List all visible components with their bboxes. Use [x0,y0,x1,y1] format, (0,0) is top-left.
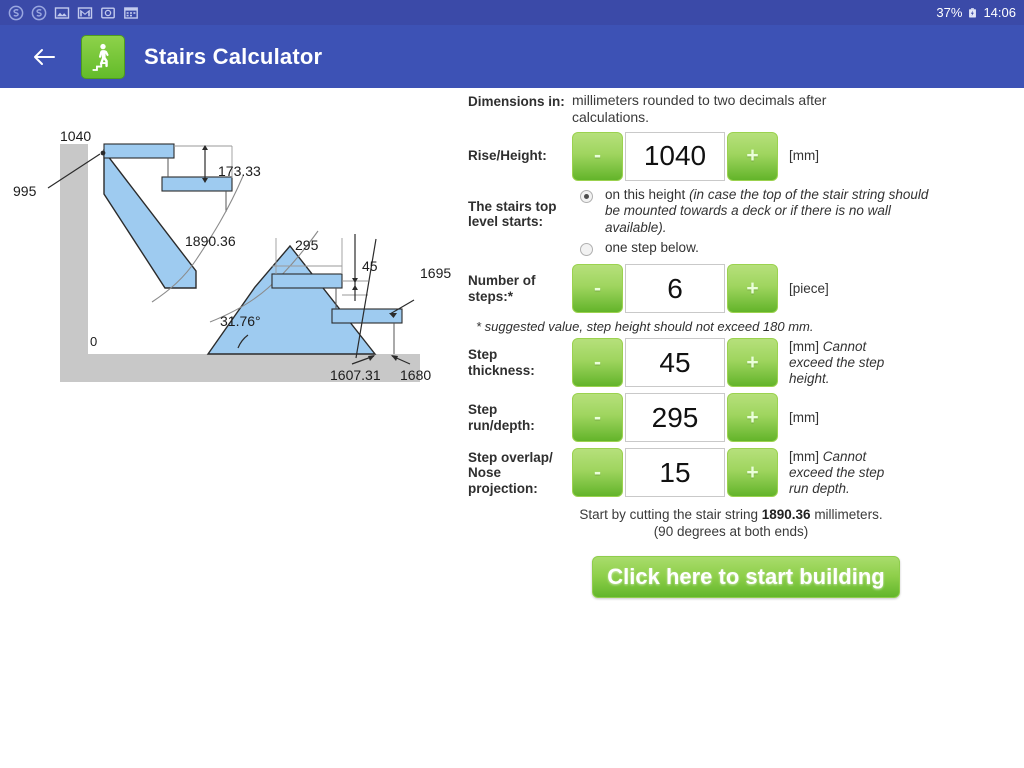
radio-on-this-height[interactable] [580,189,593,203]
row-step-overlap: Step overlap/ Nose projection: - 15 + [m… [468,448,1024,498]
skype-icon [31,5,47,20]
label-wall-height: 995 [13,183,37,199]
label-stringer-length: 1890.36 [185,233,236,249]
row-dimensions: Dimensions in: millimeters rounded to tw… [468,88,1024,126]
radio-one-step-below[interactable] [580,243,593,256]
top-level-option-on-this-height[interactable]: on this height (in case the top of the s… [572,187,931,236]
stairs-section-diagram: 1040 995 173.33 1890.36 295 45 1695 31.7… [13,128,451,383]
row-top-level: The stairs top level starts: on this hei… [468,181,1024,261]
row-rise-height: Rise/Height: - 1040 + [mm] [468,131,1024,181]
clock-label: 14:06 [983,5,1016,20]
skype-icon [8,5,24,20]
rise-height-stepper: - 1040 + [572,131,778,181]
status-bar-notification-icons [8,5,139,21]
step-run-decrement-button[interactable]: - [572,393,623,443]
label-step-run: 295 [295,237,319,253]
dimensions-label: Dimensions in: [468,94,565,109]
app-title: Stairs Calculator [144,43,323,69]
gmail-icon [77,6,93,19]
row-step-thickness: Step thickness: - 45 + [mm] Cannot excee… [468,338,1024,388]
step-run-stepper: - 295 + [572,393,778,443]
step-overlap-decrement-button[interactable]: - [572,448,623,498]
app-icon [81,34,125,79]
battery-percent-label: 37% [936,5,963,20]
label-step-thickness: 45 [362,258,378,274]
step-overlap-stepper: - 15 + [572,448,778,498]
step-run-label: Step run/depth: [468,402,535,433]
step-overlap-increment-button[interactable]: + [727,448,778,498]
row-step-run: Step run/depth: - 295 + [mm] [468,393,1024,443]
label-angle: 31.76° [220,313,261,329]
start-building-button[interactable]: Click here to start building [592,556,900,599]
step-overlap-unit: [mm] [789,448,823,464]
back-button[interactable] [31,44,57,70]
number-of-steps-stepper: - 6 + [572,264,778,314]
number-of-steps-label: Number of steps:* [468,273,536,304]
label-stringer-horizontal: 1607.31 [330,367,381,383]
result-text: Start by cutting the stair string 1890.3… [516,507,946,541]
rise-height-increment-button[interactable]: + [727,131,778,181]
status-bar-system-info: 37% 14:06 [936,5,1016,21]
step-run-unit: [mm] [789,409,819,425]
step-run-increment-button[interactable]: + [727,393,778,443]
dimensions-value: millimeters rounded to two decimals afte… [572,92,827,125]
image-icon [54,6,70,19]
number-of-steps-decrement-button[interactable]: - [572,264,623,314]
number-of-steps-input[interactable]: 6 [625,264,725,314]
label-total-run: 1680 [400,367,431,383]
battery-charging-icon [969,7,977,18]
status-bar: 37% 14:06 [0,0,1024,25]
step-overlap-label: Step overlap/ Nose projection: [468,449,553,496]
step-thickness-stepper: - 45 + [572,338,778,388]
walking-person-stairs-icon [92,43,109,71]
step-thickness-increment-button[interactable]: + [727,338,778,388]
top-level-label: The stairs top level starts: [468,198,557,230]
label-origin: 0 [90,334,97,349]
rise-height-unit: [mm] [789,148,819,163]
label-step-rise: 173.33 [218,163,261,179]
step-run-input[interactable]: 295 [625,393,725,443]
calendar-icon [124,6,138,19]
result-suffix: millimeters. [810,507,883,523]
top-level-option-one-step-below[interactable]: one step below. [572,240,931,256]
step-thickness-input[interactable]: 45 [625,338,725,388]
camera-icon [101,7,115,19]
step-thickness-unit: [mm] [789,338,823,354]
main-content: 1040 995 173.33 1890.36 295 45 1695 31.7… [0,88,1024,768]
rise-height-label: Rise/Height: [468,148,547,164]
step-overlap-input[interactable]: 15 [625,448,725,498]
row-number-of-steps: Number of steps:* - 6 + [piece] [468,264,1024,314]
result-prefix: Start by cutting the stair string [579,507,762,523]
number-of-steps-increment-button[interactable]: + [727,264,778,314]
result-value: 1890.36 [761,507,811,523]
back-arrow-icon [34,48,55,65]
calculator-form: Dimensions in: millimeters rounded to tw… [468,88,1024,599]
result-second-line: (90 degrees at both ends) [653,524,809,540]
step-thickness-label: Step thickness: [468,347,535,378]
steps-footnote: * suggested value, step height should no… [476,319,814,335]
top-level-option-1-plain: one step below. [605,240,699,255]
label-last-step-run: 1695 [420,265,451,281]
step-thickness-decrement-button[interactable]: - [572,338,623,388]
label-total-rise: 1040 [60,128,91,144]
number-of-steps-unit: [piece] [789,280,829,296]
rise-height-decrement-button[interactable]: - [572,131,623,181]
top-level-option-0-plain: on this height [605,186,690,202]
app-bar: Stairs Calculator [0,25,1024,88]
rise-height-input[interactable]: 1040 [625,131,725,181]
